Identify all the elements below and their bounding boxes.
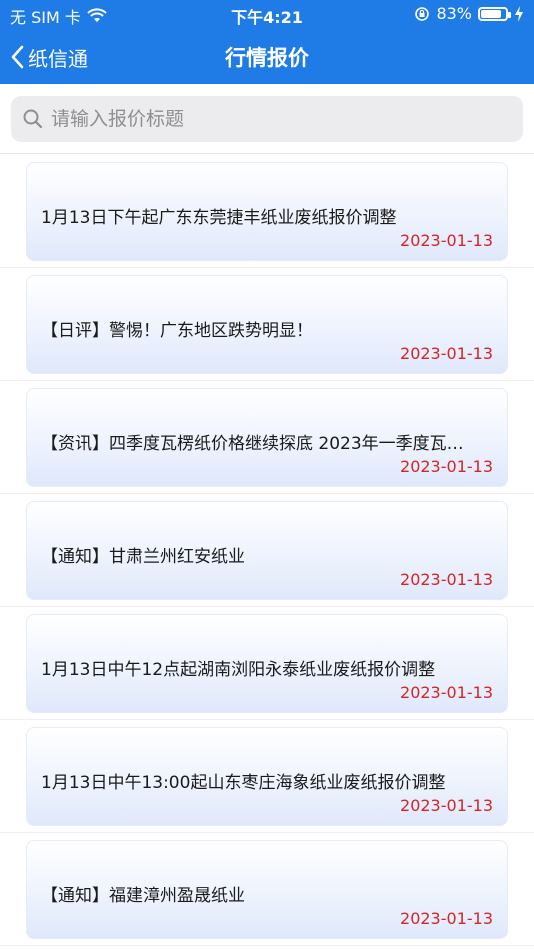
quote-card[interactable]: 1月13日中午12点起湖南浏阳永泰纸业废纸报价调整 2023-01-13 [26, 614, 508, 713]
quote-card[interactable]: 【资讯】四季度瓦楞纸价格继续探底 2023年一季度瓦… 2023-01-13 [26, 388, 508, 487]
list-item: 【通知】福建漳州盈晟纸业 2023-01-13 [0, 833, 534, 946]
search-bar [0, 84, 534, 154]
nav-bar: 纸信通 行情报价 [0, 30, 534, 84]
status-bar: 无 SIM 卡 下午4:21 83% [0, 0, 534, 30]
list-item: 1月13日中午13:00起山东枣庄海象纸业废纸报价调整 2023-01-13 [0, 720, 534, 833]
quote-date: 2023-01-13 [400, 909, 493, 928]
quote-title: 1月13日下午起广东东莞捷丰纸业废纸报价调整 [41, 208, 397, 228]
battery-tip [508, 11, 511, 18]
battery-fill [481, 9, 501, 18]
quote-title: 【通知】福建漳州盈晟纸业 [41, 886, 245, 906]
list-item: 【通知】甘肃兰州红安纸业 2023-01-13 [0, 494, 534, 607]
orientation-lock-icon [415, 6, 430, 21]
quote-date: 2023-01-13 [400, 683, 493, 702]
quote-title: 【日评】警惕！广东地区跌势明显！ [41, 321, 313, 341]
quote-title: 【通知】甘肃兰州红安纸业 [41, 547, 245, 567]
search-icon [23, 109, 43, 129]
quote-date: 2023-01-13 [400, 344, 493, 363]
charging-bolt-icon [515, 5, 523, 22]
page-title: 行情报价 [225, 46, 309, 70]
battery-percent: 83% [436, 4, 472, 23]
list-item: 【资讯】四季度瓦楞纸价格继续探底 2023年一季度瓦… 2023-01-13 [0, 381, 534, 494]
list-item: 【日评】警惕！广东地区跌势明显！ 2023-01-13 [0, 268, 534, 381]
quote-title: 1月13日中午12点起湖南浏阳永泰纸业废纸报价调整 [41, 660, 436, 680]
quote-card[interactable]: 1月13日中午13:00起山东枣庄海象纸业废纸报价调整 2023-01-13 [26, 727, 508, 826]
status-right: 83% [414, 4, 524, 23]
quote-card[interactable]: 【通知】甘肃兰州红安纸业 2023-01-13 [26, 501, 508, 600]
quote-title: 【资讯】四季度瓦楞纸价格继续探底 2023年一季度瓦… [41, 434, 464, 454]
quote-card[interactable]: 【通知】福建漳州盈晟纸业 2023-01-13 [26, 840, 508, 939]
battery-icon [478, 6, 511, 21]
quote-date: 2023-01-13 [400, 796, 493, 815]
quote-list: 1月13日下午起广东东莞捷丰纸业废纸报价调整 2023-01-13 【日评】警惕… [0, 155, 534, 946]
quote-date: 2023-01-13 [400, 570, 493, 589]
header: 无 SIM 卡 下午4:21 83% 纸信通 行情报价 [0, 0, 534, 84]
quote-card[interactable]: 【日评】警惕！广东地区跌势明显！ 2023-01-13 [26, 275, 508, 374]
quote-date: 2023-01-13 [400, 457, 493, 476]
list-item: 1月13日下午起广东东莞捷丰纸业废纸报价调整 2023-01-13 [0, 155, 534, 268]
search-box[interactable] [11, 96, 523, 142]
search-input[interactable] [51, 108, 523, 130]
quote-card[interactable]: 1月13日下午起广东东莞捷丰纸业废纸报价调整 2023-01-13 [26, 162, 508, 261]
quote-date: 2023-01-13 [400, 231, 493, 250]
list-item: 1月13日中午12点起湖南浏阳永泰纸业废纸报价调整 2023-01-13 [0, 607, 534, 720]
quote-title: 1月13日中午13:00起山东枣庄海象纸业废纸报价调整 [41, 773, 446, 793]
